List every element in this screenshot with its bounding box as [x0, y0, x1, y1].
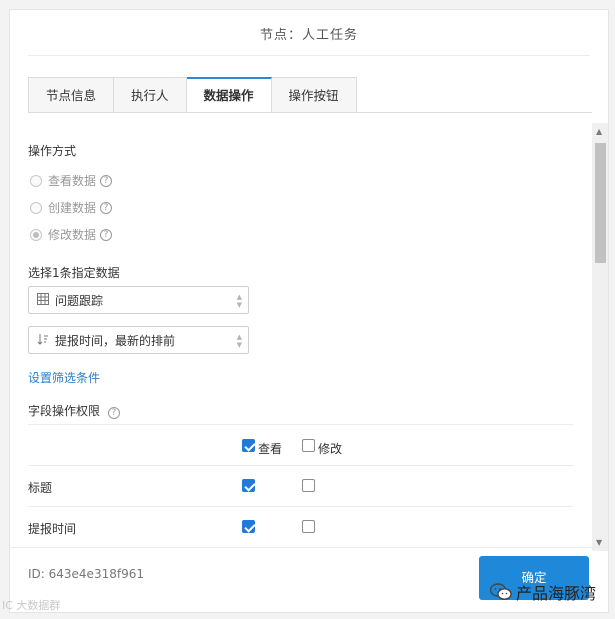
- question-circle-icon[interactable]: ?: [107, 407, 120, 419]
- table-select-value: 问题跟踪: [55, 293, 104, 308]
- sort-select-value: 提报时间，最新的排前: [55, 333, 176, 348]
- set-filter-link[interactable]: 设置筛选条件: [28, 369, 100, 386]
- edit-column-header: 修改: [318, 442, 343, 456]
- view-column-header: 查看: [258, 442, 283, 456]
- question-circle-icon[interactable]: ?: [100, 201, 113, 214]
- field-permission-label: 字段操作权限 ?: [28, 402, 120, 419]
- table-divider: [28, 424, 573, 425]
- data-select-label: 选择1条指定数据: [28, 266, 120, 280]
- radio-view-data[interactable]: 查看数据 ?: [30, 172, 113, 189]
- tab-content: 操作方式 查看数据 ? 创建数据 ? 修改数据 ? 选择1条指定数据 问题跟踪 …: [28, 132, 573, 542]
- table-grid-icon: [37, 292, 51, 308]
- field-edit-checkbox[interactable]: [302, 520, 315, 533]
- wechat-icon: [489, 583, 512, 601]
- field-view-checkbox[interactable]: [242, 520, 255, 533]
- tab-executor[interactable]: 执行人: [114, 77, 187, 113]
- table-divider: [28, 506, 573, 507]
- tab-data-operation[interactable]: 数据操作: [186, 77, 272, 113]
- select-arrows-icon: ▲ ▼: [236, 333, 242, 349]
- footer-divider: [10, 547, 608, 548]
- node-id: ID: 643e4e318f961: [28, 567, 144, 581]
- scroll-up-icon[interactable]: ▲: [596, 127, 602, 136]
- radio-create-data[interactable]: 创建数据 ?: [30, 199, 113, 216]
- view-all-checkbox[interactable]: [242, 439, 255, 452]
- select-arrows-icon: ▲ ▼: [236, 293, 242, 309]
- edit-all-checkbox[interactable]: [302, 439, 315, 452]
- radio-button[interactable]: [30, 228, 42, 241]
- field-row-label: 提报时间: [28, 522, 77, 536]
- wechat-watermark: 产品海豚湾: [489, 580, 597, 604]
- table-select[interactable]: 问题跟踪 ▲ ▼: [28, 286, 249, 314]
- question-circle-icon[interactable]: ?: [100, 174, 113, 187]
- radio-label: 查看数据: [48, 174, 97, 188]
- field-edit-checkbox[interactable]: [302, 479, 315, 492]
- sort-icon: [37, 333, 51, 348]
- node-dialog: 节点：人工任务 节点信息 执行人 数据操作 操作按钮 操作方式 查看数据 ? 创…: [9, 9, 609, 613]
- radio-modify-data[interactable]: 修改数据 ?: [30, 226, 113, 243]
- tab-bar: 节点信息 执行人 数据操作 操作按钮: [28, 77, 357, 113]
- dialog-title: 节点：人工任务: [259, 28, 358, 43]
- content-scrollbar[interactable]: ▲ ▼: [592, 123, 608, 551]
- table-divider: [28, 465, 573, 466]
- scroll-thumb[interactable]: [595, 143, 606, 263]
- wechat-label: 产品海豚湾: [516, 584, 597, 603]
- radio-label: 创建数据: [48, 201, 97, 215]
- corner-watermark: IC 大数据群: [2, 599, 61, 612]
- scroll-down-icon[interactable]: ▼: [596, 538, 602, 547]
- tab-operation-buttons[interactable]: 操作按钮: [271, 77, 357, 113]
- field-permission-text: 字段操作权限: [28, 404, 101, 418]
- tab-node-info[interactable]: 节点信息: [28, 77, 115, 113]
- operation-mode-label: 操作方式: [28, 144, 77, 158]
- field-row-label: 标题: [28, 481, 53, 495]
- field-view-checkbox[interactable]: [242, 479, 255, 492]
- radio-button[interactable]: [30, 201, 42, 214]
- sort-select[interactable]: 提报时间，最新的排前 ▲ ▼: [28, 326, 249, 354]
- tab-baseline: [28, 112, 592, 113]
- question-circle-icon[interactable]: ?: [100, 228, 113, 241]
- title-divider: [28, 55, 590, 56]
- radio-label: 修改数据: [48, 228, 97, 242]
- radio-button[interactable]: [30, 174, 42, 187]
